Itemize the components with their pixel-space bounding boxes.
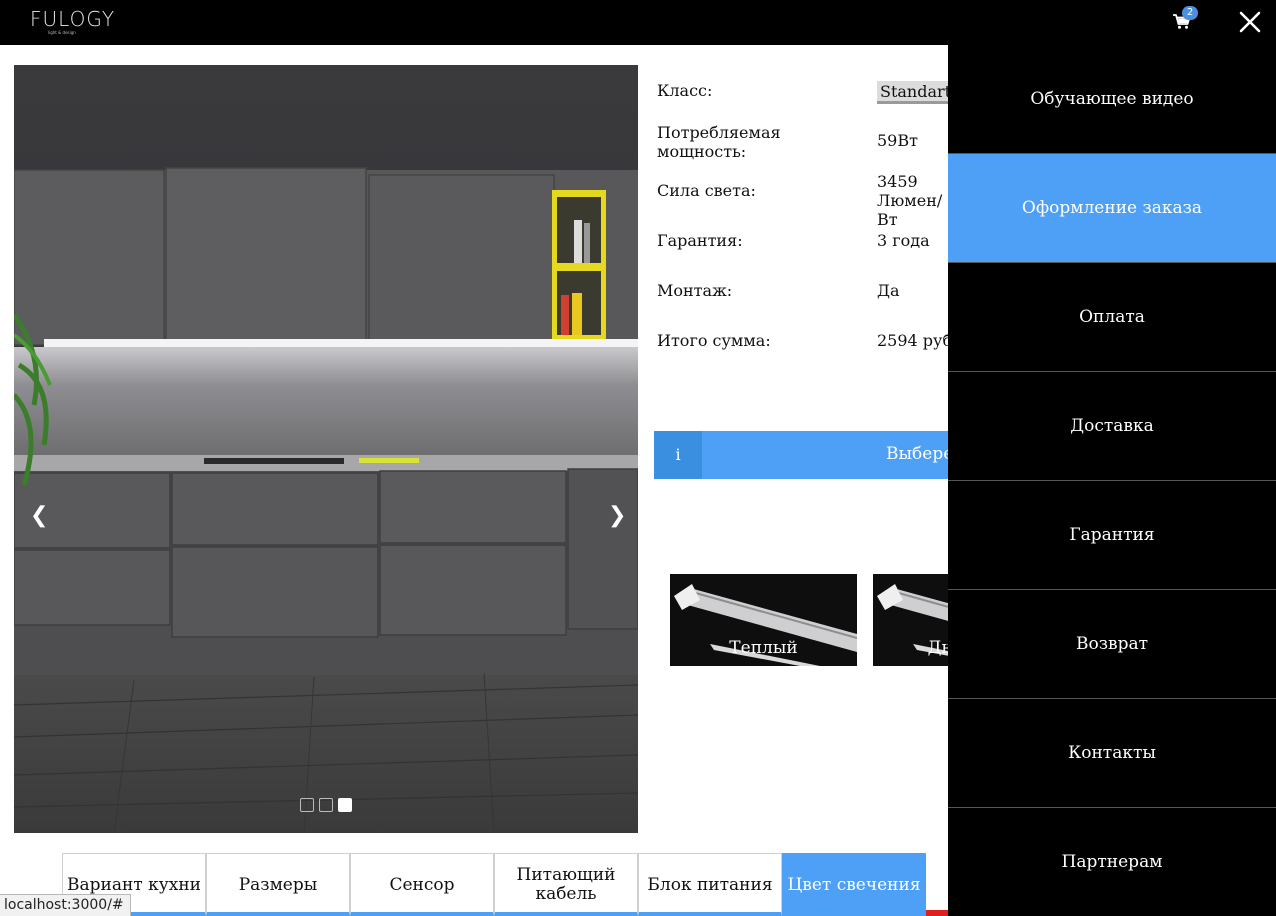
- menu-item-delivery[interactable]: Доставка: [948, 372, 1276, 481]
- spec-value: 2594 руб: [877, 331, 953, 350]
- gallery-prev-button[interactable]: ❮: [30, 505, 48, 527]
- option-card-daylight[interactable]: Дневной: [873, 574, 948, 666]
- tab-power-cable[interactable]: Питающий кабель: [494, 853, 638, 916]
- product-gallery: ❮ ❯: [14, 65, 638, 833]
- choose-color-button[interactable]: i Выберете: [654, 431, 973, 479]
- spec-value: 3 года: [877, 231, 930, 250]
- tab-power-supply[interactable]: Блок питания: [638, 853, 782, 916]
- side-menu: Обучающее видео Оформление заказа Оплата…: [948, 45, 1276, 916]
- logo[interactable]: FULOGY light & design: [30, 8, 115, 35]
- menu-item-payment[interactable]: Оплата: [948, 263, 1276, 372]
- spec-label: Класс:: [657, 81, 713, 100]
- spec-value: 3459 Люмен/Вт: [877, 172, 943, 229]
- option-label: Теплый: [729, 638, 798, 658]
- option-card-warm[interactable]: Теплый: [670, 574, 857, 666]
- gallery-dot-2[interactable]: [319, 798, 333, 812]
- cart-count-badge: 2: [1182, 6, 1198, 20]
- menu-item-tutorial-video[interactable]: Обучающее видео: [948, 45, 1276, 154]
- tab-light-color[interactable]: Цвет свечения: [782, 853, 926, 916]
- menu-item-warranty[interactable]: Гарантия: [948, 481, 1276, 590]
- spec-label: Монтаж:: [657, 281, 733, 300]
- gallery-next-button[interactable]: ❯: [608, 505, 626, 527]
- status-bar-url: localhost:3000/#: [0, 894, 131, 916]
- spec-label: Потребляемая мощность:: [657, 123, 781, 161]
- spec-label: Итого сумма:: [657, 331, 771, 350]
- spec-label: Гарантия:: [657, 231, 743, 250]
- tab-dimensions[interactable]: Размеры: [206, 853, 350, 916]
- top-bar: FULOGY light & design 2: [0, 0, 1276, 45]
- option-label: Дневной: [927, 638, 948, 658]
- gallery-dot-1[interactable]: [300, 798, 314, 812]
- menu-item-checkout[interactable]: Оформление заказа: [948, 154, 1276, 263]
- menu-item-partners[interactable]: Партнерам: [948, 808, 1276, 916]
- menu-item-returns[interactable]: Возврат: [948, 590, 1276, 699]
- close-icon[interactable]: [1238, 10, 1262, 34]
- logo-wordmark: FULOGY: [30, 7, 116, 31]
- menu-item-contacts[interactable]: Контакты: [948, 699, 1276, 808]
- tab-sensor[interactable]: Сенсор: [350, 853, 494, 916]
- info-icon[interactable]: i: [654, 431, 702, 479]
- spec-value: Да: [877, 281, 900, 300]
- spec-value: Standart: [877, 81, 957, 104]
- class-select[interactable]: Standart: [877, 81, 955, 104]
- spec-value: 59Вт: [877, 131, 918, 150]
- gallery-dot-3[interactable]: [338, 798, 352, 812]
- spec-label: Сила света:: [657, 181, 756, 200]
- kitchen-photo: [14, 65, 638, 833]
- configurator-tabs: Вариант кухни Размеры Сенсор Питающий ка…: [62, 853, 926, 916]
- gallery-pagination: [300, 798, 352, 812]
